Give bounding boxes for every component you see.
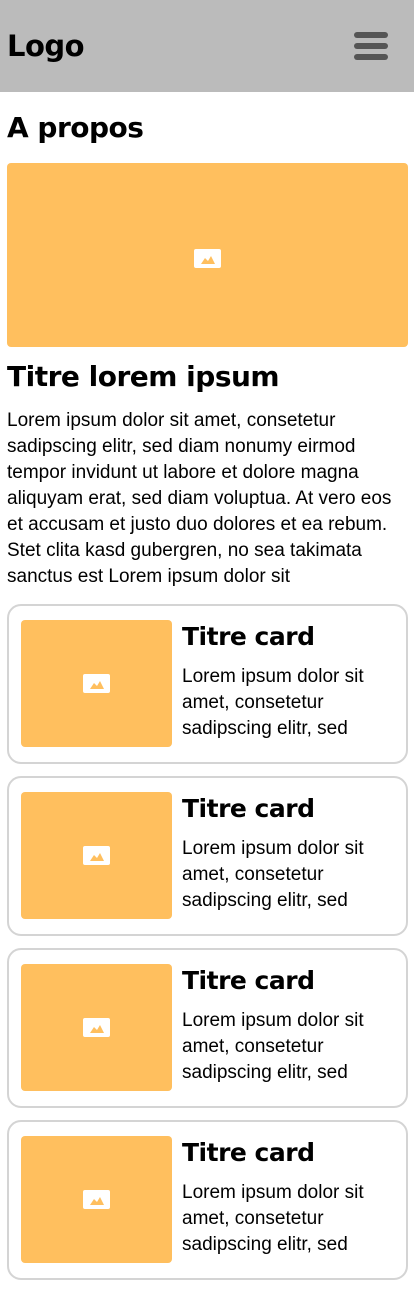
card-image xyxy=(21,620,172,747)
card-text: Lorem ipsum dolor sit amet, consetetur s… xyxy=(182,1010,364,1083)
image-placeholder-icon xyxy=(194,249,221,268)
card-image xyxy=(21,1136,172,1263)
card-image xyxy=(21,964,172,1091)
intro-paragraph: Lorem ipsum dolor sit amet, consetetur s… xyxy=(7,410,392,587)
card-title: Titre card xyxy=(182,622,315,651)
image-placeholder-icon xyxy=(83,674,110,693)
card[interactable]: Titre card Lorem ipsum dolor sit amet, c… xyxy=(7,776,408,936)
logo[interactable]: Logo xyxy=(7,26,85,66)
image-placeholder-icon xyxy=(83,846,110,865)
hero-image xyxy=(7,163,408,347)
card-title: Titre card xyxy=(182,1138,315,1167)
image-placeholder-icon xyxy=(83,1190,110,1209)
image-placeholder-icon xyxy=(83,1018,110,1037)
section-title: Titre lorem ipsum xyxy=(7,360,280,393)
card-text: Lorem ipsum dolor sit amet, consetetur s… xyxy=(182,1182,364,1255)
card[interactable]: Titre card Lorem ipsum dolor sit amet, c… xyxy=(7,1120,408,1280)
menu-button[interactable] xyxy=(352,28,392,64)
site-header: Logo xyxy=(0,0,414,92)
page-title: A propos xyxy=(7,111,144,144)
card-image xyxy=(21,792,172,919)
card-text: Lorem ipsum dolor sit amet, consetetur s… xyxy=(182,666,364,739)
card[interactable]: Titre card Lorem ipsum dolor sit amet, c… xyxy=(7,604,408,764)
card-title: Titre card xyxy=(182,966,315,995)
card[interactable]: Titre card Lorem ipsum dolor sit amet, c… xyxy=(7,948,408,1108)
card-text: Lorem ipsum dolor sit amet, consetetur s… xyxy=(182,838,364,911)
card-title: Titre card xyxy=(182,794,315,823)
